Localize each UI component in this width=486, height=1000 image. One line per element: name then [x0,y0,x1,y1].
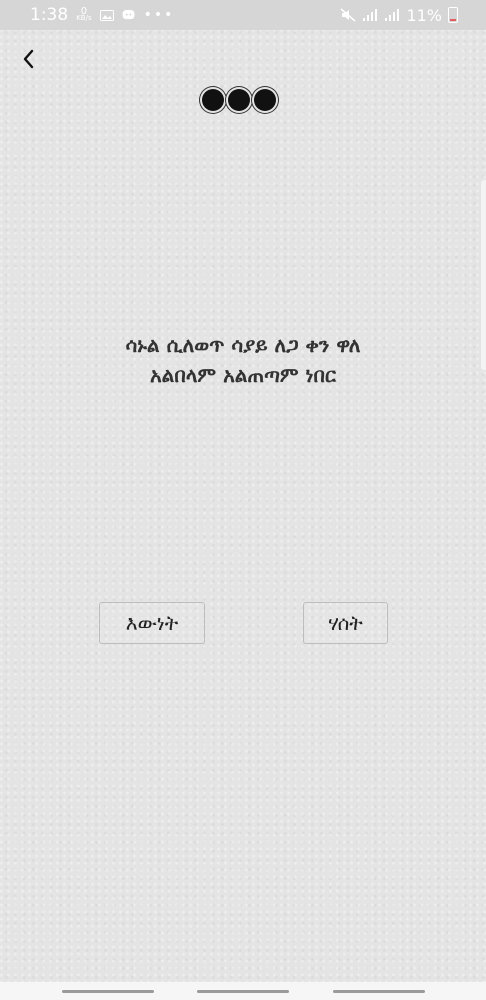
question-line-1: ሳኑል ሲለወጥ ሳያይ ለጋ ቀን ዋለ [125,333,361,357]
edge-panel-handle[interactable] [481,180,486,370]
battery-icon [448,7,458,23]
true-button[interactable]: እውነት [99,602,205,644]
network-speed: 0 KB/s [76,6,92,22]
nav-recents-button[interactable] [62,990,154,993]
navigation-bar [0,982,486,1000]
mute-icon [340,8,356,22]
progress-indicator [202,89,276,111]
nav-back-button[interactable] [333,990,425,993]
progress-dot [254,89,276,111]
image-icon [99,9,114,21]
false-button[interactable]: ሃሰት [303,602,388,644]
question-line-2: አልበላም አልጠጣም ነበር [149,363,337,387]
battery-percent: 11% [406,5,442,25]
more-notifications-icon: ••• [143,7,175,23]
chevron-left-icon [23,49,34,69]
signal-icon [363,9,378,21]
status-bar: 1:38 0 KB/s ••• 11% [0,0,486,30]
message-icon [122,9,135,19]
status-time: 1:38 [30,5,69,25]
nav-home-button[interactable] [197,990,289,993]
progress-dot [202,89,224,111]
progress-dot [228,89,250,111]
back-button[interactable] [14,44,44,74]
question-text: ሳኑል ሲለወጥ ሳያይ ለጋ ቀን ዋለ አልበላም አልጠጣም ነበር [40,330,446,390]
signal-icon-2 [385,9,400,21]
